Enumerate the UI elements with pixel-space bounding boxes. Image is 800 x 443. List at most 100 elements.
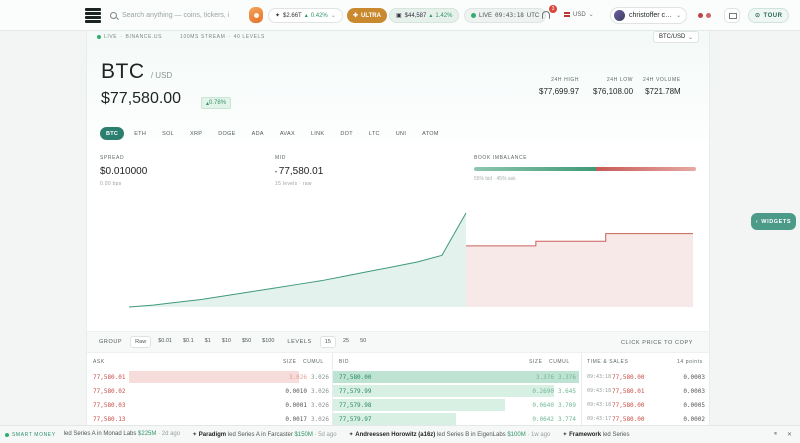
bid-price[interactable]: 77,580.00 [339, 374, 372, 381]
bid-cumul: 3.709 [557, 401, 576, 409]
chevron-left-icon: ‹ [755, 218, 759, 225]
tab-uni[interactable]: UNI [390, 127, 412, 140]
group-option[interactable]: $100 [258, 336, 278, 348]
tab-ltc[interactable]: LTC [363, 127, 386, 140]
tab-atom[interactable]: ATOM [416, 127, 445, 140]
chevron-down-icon: ⌄ [676, 13, 682, 19]
news-amount: $100M [507, 432, 528, 438]
imbalance-metric: BOOK IMBALANCE [474, 155, 528, 161]
tab-avax[interactable]: AVAX [274, 127, 301, 140]
chevron-down-icon: ⌄ [330, 13, 336, 19]
live-label: LIVE [104, 34, 118, 40]
news-ago: · 5d ago [314, 432, 337, 438]
bid-price[interactable]: 77,579.98 [339, 402, 372, 409]
asset-tabs: BTC ETH SOL XRP DOGE ADA AVAX LINK DOT LTC UNI ATOM [100, 127, 445, 140]
group-option[interactable]: $10 [218, 336, 235, 348]
mid-metric: MID • 77,580.01 15 levels · raw [275, 155, 324, 187]
plus-icon: ✚ [353, 13, 359, 19]
news-text: led Series B in EigenLabs [436, 432, 508, 438]
portfolio-balance-pill[interactable]: ▣ $44,587 ▴ 1.42% [389, 8, 460, 23]
news-item[interactable]: ✦ Paradigm led Series A in Farcaster $15… [192, 431, 336, 438]
book-metrics: SPREAD $0.010000 0.00 bps MID • 77,580.0… [87, 147, 709, 199]
trade-size: 0.0005 [683, 401, 705, 409]
bid-size: 0.0642 [532, 415, 554, 423]
bid-row[interactable]: 77,579.97 0.0642 3.774 [333, 413, 580, 425]
bid-price[interactable]: 77,579.99 [339, 388, 372, 395]
tab-ada[interactable]: ADA [246, 127, 270, 140]
bid-cumul: 3.774 [557, 415, 576, 423]
ask-cumul: 3.026 [310, 401, 329, 409]
news-ago: · 1w ago [527, 432, 551, 438]
user-menu[interactable]: christoffer c… ⌄ [610, 7, 687, 24]
news-item[interactable]: ✦ Framework led Series [562, 431, 629, 438]
ai-assistant-button[interactable] [249, 7, 263, 23]
levels-option[interactable]: 25 [339, 336, 353, 348]
search-input[interactable]: Search anything — coins, tickers, i [110, 7, 234, 24]
ask-row[interactable]: 77,580.02 0.0010 3.026 [87, 385, 331, 397]
currency-selector[interactable]: USD ⌄ [564, 11, 594, 18]
widgets-button[interactable]: ‹ WIDGETS [751, 213, 796, 230]
trade-row: 09:43:17 77,580.00 0.0002 [587, 413, 705, 425]
ultra-button[interactable]: ✚ ULTRA [347, 8, 387, 23]
tab-dot[interactable]: DOT [334, 127, 359, 140]
ask-row[interactable]: 77,580.13 0.0017 3.026 [87, 413, 331, 425]
ask-price[interactable]: 77,580.01 [93, 374, 126, 381]
ask-price[interactable]: 77,580.02 [93, 388, 126, 395]
close-icon[interactable]: ✕ [787, 431, 792, 438]
levels-option[interactable]: 50 [356, 336, 370, 348]
ask-price[interactable]: 77,580.13 [93, 416, 126, 423]
group-label: GROUP [99, 339, 123, 345]
monitor-icon[interactable] [724, 8, 740, 23]
bell-icon[interactable] [542, 11, 550, 19]
bid-row[interactable]: 77,579.98 0.0640 3.709 [333, 399, 580, 411]
levels-option[interactable]: 15 [319, 336, 336, 348]
news-item[interactable]: led Series A in Monad Labs $225M · 2d ag… [64, 431, 180, 438]
tab-btc[interactable]: BTC [100, 127, 125, 140]
trade-size: 0.0003 [683, 387, 705, 395]
news-investor: Paradigm [198, 432, 228, 438]
pause-icon[interactable]: ⏸ [774, 431, 777, 438]
stat-24h-volume: 24H VOLUME $721.78M [643, 77, 681, 96]
bid-row[interactable]: 77,580.00 3.376 3.376 [333, 371, 580, 383]
tab-link[interactable]: LINK [305, 127, 330, 140]
live-dot-icon [471, 13, 476, 18]
depth-chart [87, 203, 709, 315]
bid-price[interactable]: 77,579.97 [339, 416, 372, 423]
ask-row[interactable]: 77,580.01 3.026 3.026 [87, 371, 331, 383]
group-option[interactable]: $0.1 [179, 336, 198, 348]
tab-sol[interactable]: SOL [156, 127, 180, 140]
order-book-panel: LIVE · BINANCE.US 100MS STREAM · 40 LEVE… [86, 31, 710, 443]
bid-header: BID [339, 359, 350, 365]
tab-xrp[interactable]: XRP [184, 127, 208, 140]
trade-time: 09:43:18 [587, 374, 612, 380]
up-arrow-icon: ▴ [304, 13, 308, 19]
news-investor: Framework [569, 432, 603, 438]
ask-row[interactable]: 77,580.03 0.0001 3.026 [87, 399, 331, 411]
news-item[interactable]: ✦ Andreessen Horowitz (a16z) led Series … [349, 431, 551, 438]
group-option[interactable]: $0.01 [154, 336, 176, 348]
bid-row[interactable]: 77,579.99 0.2690 3.645 [333, 385, 580, 397]
spread-value: $0.010000 [100, 166, 148, 177]
group-option[interactable]: Raw [130, 336, 152, 348]
imbalance-sub: 55% bid · 45% ask [474, 176, 516, 182]
group-option[interactable]: $1 [201, 336, 215, 348]
status-dot-icon [706, 13, 711, 18]
search-placeholder: Search anything — coins, tickers, i [122, 12, 230, 19]
exchange-name: BINANCE.US [125, 34, 163, 40]
ask-price[interactable]: 77,580.03 [93, 402, 126, 409]
app-logo-icon[interactable] [85, 8, 101, 23]
levels-info: 40 LEVELS [233, 34, 265, 40]
trade-time: 09:43:18 [587, 388, 612, 394]
group-option[interactable]: $50 [238, 336, 255, 348]
market-cap-change: 0.42% [310, 12, 328, 19]
tab-eth[interactable]: ETH [128, 127, 152, 140]
pair-label: BTC/USD [659, 34, 686, 40]
pair-select[interactable]: BTC/USD ⌄ [653, 31, 699, 43]
market-cap-pill[interactable]: ✦ $2.66T ▴ 0.42% ⌄ [268, 8, 343, 23]
trade-time: 09:43:18 [587, 402, 612, 408]
tour-button[interactable]: ⊙ TOUR [748, 8, 790, 23]
tab-doge[interactable]: DOGE [212, 127, 241, 140]
news-text: led Series A in Farcaster [227, 432, 295, 438]
ask-size-header: SIZE [283, 359, 297, 365]
status-dot-icon [698, 13, 703, 18]
